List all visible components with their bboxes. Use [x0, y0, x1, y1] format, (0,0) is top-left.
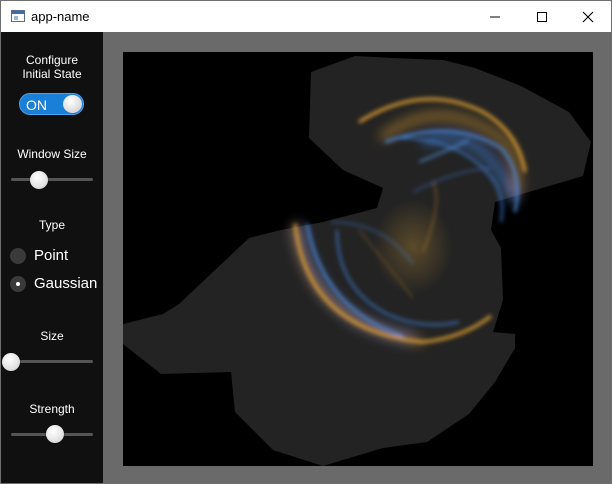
- center-glow: [373, 199, 453, 295]
- simulation-frame: [103, 32, 611, 483]
- size-slider-thumb[interactable]: [2, 353, 20, 371]
- size-slider[interactable]: [11, 360, 93, 363]
- close-button[interactable]: [565, 1, 611, 32]
- type-point-radio[interactable]: [10, 248, 26, 264]
- type-gaussian-radio[interactable]: [10, 276, 26, 292]
- control-sidebar: Configure Initial State ON Window Size T…: [1, 32, 103, 483]
- close-icon: [582, 11, 594, 22]
- toggle-knob[interactable]: [63, 95, 82, 113]
- maximize-icon: [537, 11, 547, 22]
- toggle-label: ON: [26, 97, 47, 113]
- simulation-canvas[interactable]: [123, 52, 593, 466]
- configure-initial-state-label: Configure Initial State: [22, 53, 82, 81]
- initial-state-toggle[interactable]: ON: [19, 93, 84, 115]
- fluid-visualization[interactable]: [123, 52, 593, 466]
- type-gaussian-label[interactable]: Gaussian: [34, 275, 97, 293]
- strength-label: Strength: [29, 402, 75, 416]
- fluid-region: [123, 56, 591, 466]
- maximize-button[interactable]: [519, 1, 565, 32]
- title-bar: app-name: [1, 1, 611, 32]
- minimize-button[interactable]: [472, 1, 518, 32]
- minimize-icon: [490, 16, 500, 17]
- type-point-label[interactable]: Point: [34, 247, 68, 265]
- window-size-label: Window Size: [17, 147, 87, 161]
- strength-slider-thumb[interactable]: [46, 425, 64, 443]
- window-size-slider[interactable]: [11, 178, 93, 181]
- window-title: app-name: [31, 9, 90, 24]
- size-label: Size: [40, 329, 64, 343]
- type-label: Type: [38, 218, 65, 232]
- app-window: app-name Configure Initial State ON Wind…: [0, 0, 612, 484]
- app-window-icon: [11, 10, 25, 22]
- window-size-slider-thumb[interactable]: [30, 171, 48, 189]
